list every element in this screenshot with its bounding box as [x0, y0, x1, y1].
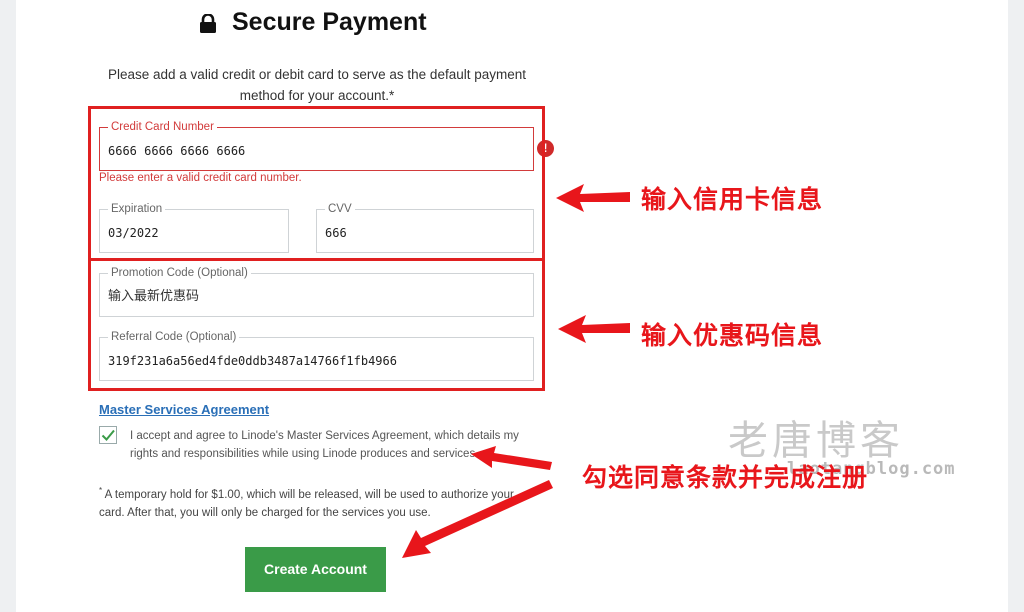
annotation-arrows [402, 184, 630, 558]
arrow-icon [471, 446, 552, 470]
annotation-promo: 输入优惠码信息 [641, 322, 824, 350]
annotation-card: 输入信用卡信息 [641, 186, 824, 214]
arrow-icon [402, 480, 553, 558]
annotation-agree: 勾选同意条款并完成注册 [582, 464, 869, 492]
arrow-icon [556, 184, 630, 212]
arrow-icon [558, 315, 630, 343]
